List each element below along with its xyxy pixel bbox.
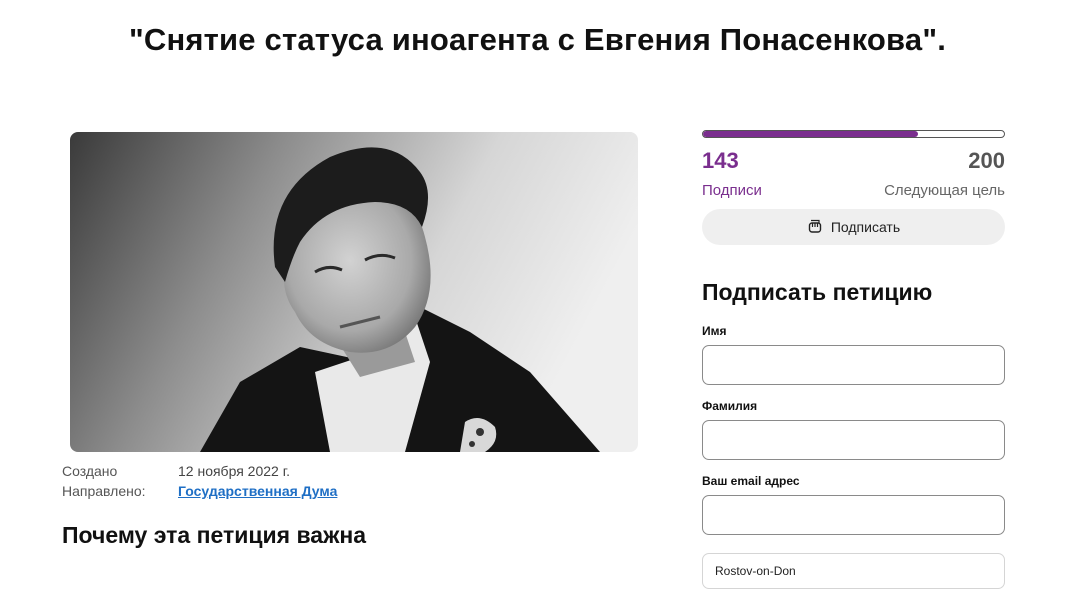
last-name-field-wrap (702, 420, 1005, 460)
next-goal-label: Следующая цель (884, 182, 1005, 199)
progress-fill (703, 131, 919, 137)
email-input[interactable] (703, 496, 1004, 534)
sign-button-label: Подписать (830, 219, 901, 235)
last-name-input[interactable] (703, 421, 1004, 459)
email-label: Ваш email адрес (702, 474, 800, 488)
goal-count: 200 (968, 148, 1005, 173)
petition-meta: Создано 12 ноября 2022 г. Направлено: Го… (62, 461, 337, 501)
signature-count: 143 (702, 148, 739, 173)
first-name-field-wrap (702, 345, 1005, 385)
recipient-link[interactable]: Государственная Дума (178, 481, 337, 501)
fist-icon (807, 219, 823, 235)
created-date: 12 ноября 2022 г. (178, 463, 290, 479)
petition-photo (70, 132, 638, 452)
page-title: "Снятие статуса иноагента с Евгения Пона… (128, 22, 947, 57)
form-title: Подписать петицию (702, 279, 933, 305)
first-name-input[interactable] (703, 346, 1004, 384)
signature-progress-bar (702, 130, 1005, 138)
first-name-label: Имя (702, 324, 727, 338)
email-field-wrap (702, 495, 1005, 535)
city-field[interactable]: Rostov-on-Don (702, 553, 1005, 589)
last-name-label: Фамилия (702, 399, 758, 413)
section-heading: Почему эта петиция важна (62, 522, 367, 548)
signature-panel: 143 200 Подписи Следующая цель Подписать… (702, 130, 1005, 589)
sign-button[interactable]: Подписать (702, 209, 1005, 245)
signatures-label: Подписи (702, 182, 762, 199)
created-label: Создано (62, 463, 118, 479)
portrait-image (70, 132, 638, 452)
directed-label: Направлено: (62, 483, 146, 499)
